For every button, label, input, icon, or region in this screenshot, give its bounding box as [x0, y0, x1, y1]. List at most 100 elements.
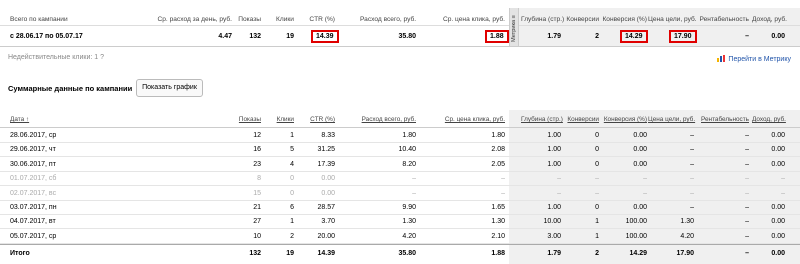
cell-clicks: 6: [290, 204, 294, 211]
invalid-clicks: Недействительные клики: 1 ?: [8, 54, 104, 61]
cell-profitability: –: [745, 232, 749, 240]
cell-avg-cpc: 2.08: [491, 146, 505, 154]
summary-avg-daily-spend: 4.47: [218, 33, 232, 40]
total-revenue: 0.00: [771, 250, 785, 257]
cell-goal-cost: –: [690, 146, 694, 154]
table-row: 29.06.2017, чт 16 5 31.25 10.40 2.08 1.00 0 0.00…: [0, 143, 800, 158]
header-total-spend[interactable]: Расход всего, руб.: [360, 116, 416, 123]
cell-revenue: 0.00: [771, 146, 785, 154]
header-goal-cost[interactable]: Цена цели, руб.: [648, 16, 697, 23]
header-profitability[interactable]: Рентабельность: [697, 116, 749, 123]
table-row: 02.07.2017, вс 15 0 0.00 – – – – – – – –: [0, 187, 800, 201]
header-depth[interactable]: Глубина (стр.): [521, 16, 564, 23]
header-avg-cpc[interactable]: Ср. цена клика, руб.: [441, 16, 505, 23]
cell-conversions: –: [595, 189, 599, 197]
cell-conversions: 1: [595, 232, 599, 240]
go-to-metrika-link[interactable]: Перейти в Метрику: [717, 54, 791, 63]
cell-date: 03.07.2017, пн: [10, 204, 57, 211]
cell-conversion-rate: –: [643, 189, 647, 197]
cell-conversions: –: [595, 175, 599, 183]
cell-date: 30.06.2017, пт: [10, 160, 56, 168]
header-conversions[interactable]: Конверсии: [563, 16, 599, 23]
cell-ctr: 17.39: [317, 160, 335, 168]
cell-goal-cost: –: [690, 189, 694, 197]
cell-impressions: 10: [253, 232, 261, 240]
cell-spend: 4.20: [402, 232, 416, 240]
cell-conversion-rate: 0.00: [633, 146, 647, 154]
header-avg-daily-spend[interactable]: Ср. расход за день, руб.: [150, 16, 233, 23]
cell-depth: 1.00: [547, 160, 561, 168]
summary-conversions: 2: [595, 33, 599, 40]
cell-depth: 3.00: [547, 232, 561, 240]
cell-conversions: 0: [595, 146, 599, 154]
total-conversion-rate: 14.29: [629, 250, 647, 257]
cell-avg-cpc: 2.05: [491, 160, 505, 168]
header-depth[interactable]: Глубина (стр.): [521, 116, 563, 123]
cell-ctr: 8.33: [321, 132, 335, 139]
cell-clicks: 5: [290, 146, 294, 154]
cell-spend: –: [412, 175, 416, 183]
cell-avg-cpc: –: [501, 189, 505, 197]
cell-revenue: 0.00: [771, 218, 785, 226]
header-impressions[interactable]: Показы: [233, 16, 261, 23]
cell-goal-cost: –: [690, 204, 694, 211]
cell-date: 02.07.2017, вс: [10, 189, 57, 197]
header-clicks[interactable]: Клики: [263, 16, 294, 23]
help-icon[interactable]: ?: [100, 54, 104, 61]
header-conversions[interactable]: Конверсии: [563, 116, 599, 123]
cell-depth: 1.00: [547, 204, 561, 211]
cell-depth: –: [557, 175, 561, 183]
cell-ctr: 28.57: [317, 204, 335, 211]
metrika-link-label: Перейти в Метрику: [728, 56, 791, 63]
campaign-summary: Всего по кампании Ср. расход за день, ру…: [0, 0, 800, 50]
header-revenue[interactable]: Доход, руб.: [752, 116, 786, 123]
cell-goal-cost: 1.30: [680, 218, 694, 226]
cell-avg-cpc: 1.30: [491, 218, 505, 226]
summary-avg-cpc: 1.88: [485, 30, 509, 43]
cell-ctr: 0.00: [321, 189, 335, 197]
cell-depth: 1.00: [547, 146, 561, 154]
cell-conversion-rate: 0.00: [633, 160, 647, 168]
header-ctr[interactable]: CTR (%): [297, 116, 335, 123]
total-conversions: 2: [595, 250, 599, 257]
header-conversion-rate[interactable]: Конверсия (%): [602, 16, 647, 23]
summary-total-spend: 35.80: [398, 33, 416, 40]
table-row: 01.07.2017, сб 8 0 0.00 – – – – – – – –: [0, 172, 800, 187]
cell-profitability: –: [745, 175, 749, 183]
header-total-spend[interactable]: Расход всего, руб.: [360, 16, 416, 23]
cell-avg-cpc: 1.80: [491, 132, 505, 139]
header-conversion-rate[interactable]: Конверсия (%): [602, 116, 647, 123]
cell-spend: 1.30: [402, 218, 416, 226]
cell-impressions: 21: [253, 204, 261, 211]
total-impressions: 132: [249, 250, 261, 257]
header-ctr[interactable]: CTR (%): [297, 16, 335, 23]
cell-impressions: 27: [253, 218, 261, 226]
cell-spend: 10.40: [398, 146, 416, 154]
cell-spend: –: [412, 189, 416, 197]
header-profitability[interactable]: Рентабельность: [697, 16, 749, 23]
header-goal-cost[interactable]: Цена цели, руб.: [648, 116, 695, 123]
header-date[interactable]: Дата ↑: [10, 116, 29, 123]
header-clicks[interactable]: Клики: [263, 116, 294, 123]
total-clicks: 19: [286, 250, 294, 257]
cell-clicks: 1: [290, 132, 294, 139]
cell-ctr: 20.00: [317, 232, 335, 240]
total-ctr: 14.39: [317, 250, 335, 257]
header-avg-cpc[interactable]: Ср. цена клика, руб.: [441, 116, 505, 123]
cell-impressions: 8: [257, 175, 261, 183]
cell-depth: 1.00: [547, 132, 561, 139]
cell-date: 04.07.2017, вт: [10, 218, 56, 226]
show-graph-button[interactable]: Показать график: [136, 79, 203, 97]
cell-conversions: 1: [595, 218, 599, 226]
header-revenue[interactable]: Доход, руб.: [752, 16, 787, 23]
cell-conversion-rate: 0.00: [633, 204, 647, 211]
cell-avg-cpc: –: [501, 175, 505, 183]
header-impressions[interactable]: Показы: [233, 116, 261, 123]
cell-profitability: –: [745, 218, 749, 226]
cell-ctr: 0.00: [321, 175, 335, 183]
cell-conversion-rate: –: [643, 175, 647, 183]
cell-profitability: –: [745, 146, 749, 154]
table-row: 04.07.2017, вт 27 1 3.70 1.30 1.30 10.00 1 100.0…: [0, 215, 800, 230]
cell-avg-cpc: 2.10: [491, 232, 505, 240]
summary-revenue: 0.00: [771, 33, 785, 40]
